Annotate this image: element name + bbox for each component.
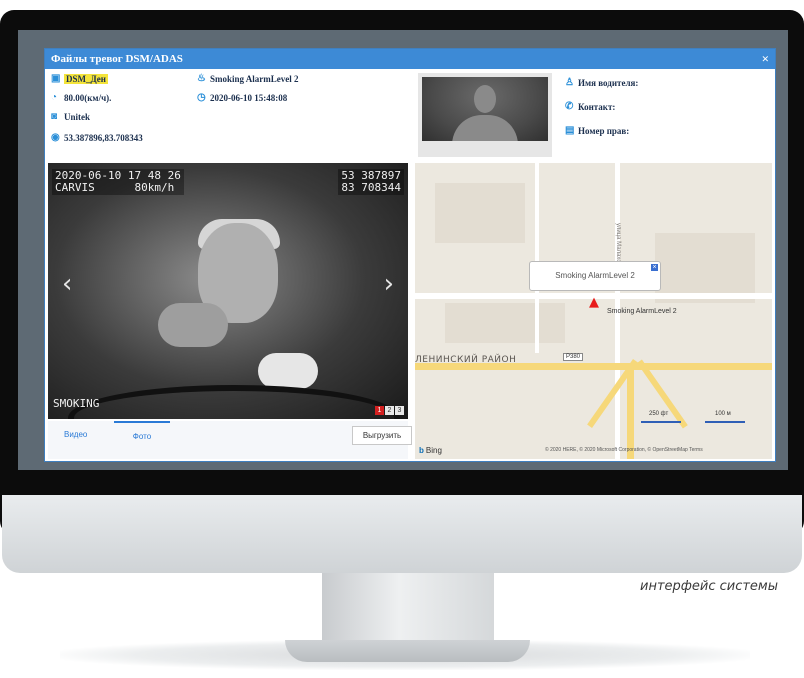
page-button-2[interactable]: 2 bbox=[385, 406, 394, 415]
tab-video[interactable]: Видео bbox=[64, 421, 87, 445]
monitor-stand-base bbox=[285, 640, 530, 662]
map-view[interactable]: улица Малахова ЛЕНИНСКИЙ РАЙОН Р380 Smok… bbox=[415, 163, 772, 459]
phone-icon: ✆ bbox=[565, 101, 574, 112]
media-tabs: Видео Фото Выгрузить bbox=[48, 421, 412, 459]
osd-left: 2020-06-10 17 48 26 CARVIS 80km/h bbox=[52, 169, 184, 195]
bing-logo: b Bing bbox=[419, 446, 442, 455]
osd-event: SMOKING bbox=[53, 397, 100, 410]
map-popup: Smoking AlarmLevel 2 × bbox=[529, 261, 661, 291]
license-row: ▤ Номер прав: bbox=[565, 125, 638, 137]
alarm-icon: ♨ bbox=[197, 73, 206, 84]
bing-icon: b bbox=[419, 446, 424, 455]
avatar-shoulders bbox=[452, 115, 518, 141]
driver-info-panel: ♙ Имя водителя: ✆ Контакт: ▤ Номер прав: bbox=[565, 77, 638, 149]
page-button-1[interactable]: 1 bbox=[375, 406, 384, 415]
window-titlebar: Файлы тревог DSM/ADAS × bbox=[45, 49, 775, 69]
camera-icon: ▣ bbox=[51, 73, 61, 84]
scale-bar-m bbox=[705, 421, 745, 423]
avatar bbox=[422, 77, 548, 141]
alarm-marker-icon[interactable]: ▲ bbox=[589, 295, 599, 310]
datetime-value: 2020-06-10 15:48:08 bbox=[210, 93, 288, 103]
contact-row: ✆ Контакт: bbox=[565, 101, 638, 113]
osd-lon: 83 708344 bbox=[341, 181, 401, 194]
clock-icon: ◷ bbox=[197, 92, 206, 103]
map-road bbox=[535, 163, 539, 353]
close-icon[interactable]: × bbox=[762, 49, 769, 69]
avatar-head bbox=[474, 85, 496, 113]
map-block bbox=[445, 303, 565, 343]
speed-value: 80.00(км/ч). bbox=[64, 93, 112, 103]
photo-pager: 1 2 3 bbox=[374, 406, 404, 415]
export-button[interactable]: Выгрузить bbox=[352, 426, 412, 445]
driver-name-label: Имя водителя: bbox=[578, 78, 639, 88]
district-label: ЛЕНИНСКИЙ РАЙОН bbox=[415, 355, 517, 365]
company-row: ◙ Unitek bbox=[51, 111, 91, 123]
person-icon: ♙ bbox=[565, 77, 574, 88]
monitor-chin bbox=[2, 495, 802, 573]
map-popup-text: Smoking AlarmLevel 2 bbox=[555, 271, 635, 280]
license-label: Номер прав: bbox=[578, 126, 630, 136]
alarm-info-panel: ▣ DSM_Ден ◔ 80.00(км/ч). ◙ Unitek ◉ 53.3… bbox=[45, 69, 410, 161]
osd-right: 53 387897 83 708344 bbox=[338, 169, 404, 195]
driver-avatar-frame bbox=[418, 73, 552, 157]
scale-m-label: 100 м bbox=[715, 411, 731, 417]
marker-label: Smoking AlarmLevel 2 bbox=[607, 308, 677, 315]
prev-arrow-icon[interactable]: ‹ bbox=[62, 269, 72, 299]
alarm-files-window: Файлы тревог DSM/ADAS × ▣ DSM_Ден ◔ 80.0… bbox=[44, 48, 776, 462]
alarm-photo: 2020-06-10 17 48 26 CARVIS 80km/h 53 387… bbox=[48, 163, 408, 419]
caption-text: интерфейс системы bbox=[640, 579, 778, 594]
osd-device: CARVIS bbox=[55, 181, 95, 194]
location-pin-icon: ◉ bbox=[51, 132, 60, 143]
scale-ft-label: 250 фт bbox=[649, 411, 669, 417]
contact-label: Контакт: bbox=[578, 102, 616, 112]
page-button-3[interactable]: 3 bbox=[395, 406, 404, 415]
coordinates-row: ◉ 53.387896,83.708343 bbox=[51, 132, 143, 144]
scale-bar-ft bbox=[641, 421, 681, 423]
map-main-road bbox=[627, 363, 634, 459]
photo-steering-wheel bbox=[68, 385, 400, 419]
speed-row: ◔ 80.00(км/ч). bbox=[51, 92, 112, 104]
bing-label: Bing bbox=[425, 446, 442, 455]
popup-close-icon[interactable]: × bbox=[651, 264, 658, 271]
map-block bbox=[435, 183, 525, 243]
datetime-row: ◷ 2020-06-10 15:48:08 bbox=[197, 92, 288, 104]
screen: Файлы тревог DSM/ADAS × ▣ DSM_Ден ◔ 80.0… bbox=[18, 30, 788, 470]
alarm-value: Smoking AlarmLevel 2 bbox=[210, 74, 299, 84]
window-title: Файлы тревог DSM/ADAS bbox=[51, 53, 183, 65]
road-shield: Р380 bbox=[563, 353, 584, 361]
speedometer-icon: ◔ bbox=[51, 92, 58, 103]
monitor-stand-neck bbox=[322, 573, 494, 645]
photo-hand-light bbox=[258, 353, 318, 389]
photo-hand bbox=[158, 303, 228, 347]
company-icon: ◙ bbox=[51, 111, 58, 122]
coordinates-value: 53.387896,83.708343 bbox=[64, 133, 143, 143]
event-type-value: DSM_Ден bbox=[64, 74, 108, 84]
tab-photo[interactable]: Фото bbox=[114, 421, 170, 447]
alarm-row: ♨ Smoking AlarmLevel 2 bbox=[197, 73, 299, 85]
id-card-icon: ▤ bbox=[565, 125, 575, 136]
next-arrow-icon[interactable]: › bbox=[384, 269, 394, 299]
driver-name-row: ♙ Имя водителя: bbox=[565, 77, 638, 89]
map-copyright: © 2020 HERE, © 2020 Microsoft Corporatio… bbox=[545, 447, 703, 453]
osd-speed: 80km/h bbox=[134, 181, 175, 194]
company-value: Unitek bbox=[64, 112, 91, 122]
event-type-row: ▣ DSM_Ден bbox=[51, 74, 108, 84]
